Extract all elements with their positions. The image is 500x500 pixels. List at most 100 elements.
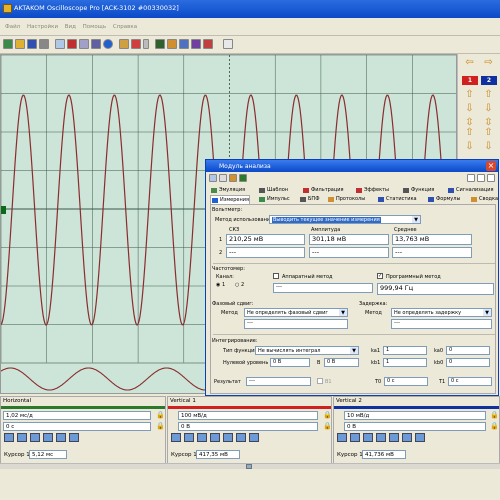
close-icon[interactable]: [487, 174, 495, 182]
down-icon[interactable]: ⇩: [480, 102, 497, 116]
vertical1-cursor-field[interactable]: 417,35 мВ: [196, 450, 240, 459]
phase-method-select[interactable]: Не определять фазовый сдвиг ▼: [244, 308, 348, 317]
tab-effects[interactable]: Эффекты: [355, 186, 389, 195]
scroll-thumb[interactable]: [246, 464, 252, 469]
tool-icon[interactable]: [249, 433, 259, 442]
ka0-field[interactable]: 0: [446, 346, 490, 355]
help-icon[interactable]: [223, 39, 233, 49]
dropdown-icon[interactable]: [143, 39, 149, 49]
lock-icon[interactable]: 🔒: [490, 411, 499, 419]
menu-file[interactable]: Файл: [5, 24, 20, 30]
tool-icon[interactable]: [210, 433, 220, 442]
menu-settings[interactable]: Настройки: [27, 24, 58, 30]
vertical1-scale-field[interactable]: 100 мВ/д: [178, 411, 318, 420]
math-icon[interactable]: [167, 39, 177, 49]
channel2-selector[interactable]: 2: [481, 76, 497, 85]
list-icon[interactable]: [209, 174, 217, 182]
horizontal-scale-field[interactable]: 1,02 мс/д: [3, 411, 151, 420]
kb1-field[interactable]: 1: [383, 358, 427, 367]
tab-protocols[interactable]: Протоколы: [327, 195, 365, 204]
horizontal-offset-field[interactable]: 0 с: [3, 422, 151, 431]
lock-icon[interactable]: 🔒: [156, 411, 165, 419]
tool-icon[interactable]: [17, 433, 27, 442]
tab-fft[interactable]: БПФ: [299, 195, 320, 204]
function-type-select[interactable]: Не вычислять интеграл ▼: [255, 346, 359, 355]
close-icon[interactable]: ×: [486, 161, 496, 171]
print-icon[interactable]: [39, 39, 49, 49]
measure-icon[interactable]: [131, 39, 141, 49]
channel2-radio[interactable]: ○ 2: [235, 282, 244, 288]
tab-formulas[interactable]: Формулы: [427, 195, 460, 204]
vertical2-scale-field[interactable]: 10 мВ/д: [344, 411, 486, 420]
tab-pulse[interactable]: Импульс: [258, 195, 290, 204]
lock-icon[interactable]: 🔒: [323, 411, 332, 419]
vertical1-offset-field[interactable]: 0 В: [178, 422, 318, 431]
tool-icon[interactable]: [337, 433, 347, 442]
tab-filtering[interactable]: Фильтрация: [302, 186, 344, 195]
run-icon[interactable]: [67, 39, 77, 49]
shift-left-icon[interactable]: ⇦: [461, 56, 478, 70]
down-icon[interactable]: ⇩: [461, 102, 478, 116]
tab-emulation[interactable]: Эмуляция: [210, 186, 245, 195]
b1-checkbox[interactable]: [317, 378, 323, 384]
horizontal-scrollbar[interactable]: [0, 463, 500, 469]
menu-reference[interactable]: Справка: [113, 24, 137, 30]
software-method-checkbox[interactable]: ✓: [377, 273, 383, 279]
up-icon[interactable]: ⇧: [480, 88, 497, 102]
folder-icon[interactable]: [15, 39, 25, 49]
tab-measurements[interactable]: Измерения: [210, 195, 251, 204]
shift-right-icon[interactable]: ⇨: [480, 56, 497, 70]
lock-icon[interactable]: 🔒: [156, 422, 165, 430]
tab-statistics[interactable]: Статистика: [377, 195, 417, 204]
record-icon[interactable]: [203, 39, 213, 49]
zero-level-a-field[interactable]: 0 В: [270, 358, 310, 367]
voltmeter-method-select[interactable]: Выводить текущее значение измерения ▼: [269, 215, 421, 224]
vertical2-cursor-field[interactable]: 41,736 мВ: [362, 450, 406, 459]
horizontal-cursor-field[interactable]: 5,12 мс: [29, 450, 67, 459]
tool-icon[interactable]: [56, 433, 66, 442]
grid-icon[interactable]: [219, 174, 227, 182]
cursor-icon[interactable]: [119, 39, 129, 49]
tool-icon[interactable]: [197, 433, 207, 442]
ka1-field[interactable]: 1: [383, 346, 427, 355]
tab-function[interactable]: Функция: [402, 186, 434, 195]
up-icon[interactable]: ⇧: [461, 126, 478, 140]
tab-signaling[interactable]: Сигнализация: [447, 186, 494, 195]
tool-icon[interactable]: [223, 433, 233, 442]
tool-icon[interactable]: [350, 433, 360, 442]
tool-icon[interactable]: [389, 433, 399, 442]
tool-icon[interactable]: [30, 433, 40, 442]
hardware-method-checkbox[interactable]: [273, 273, 279, 279]
zero-level-b-field[interactable]: 0 В: [324, 358, 359, 367]
stop-icon[interactable]: [91, 39, 101, 49]
tool-icon[interactable]: [236, 433, 246, 442]
arrow-icon[interactable]: [179, 39, 189, 49]
tool-icon[interactable]: [376, 433, 386, 442]
channel-icon[interactable]: [155, 39, 165, 49]
channel1-radio[interactable]: ◉ 1: [216, 282, 225, 288]
tool-icon[interactable]: [43, 433, 53, 442]
open-icon[interactable]: [3, 39, 13, 49]
lock-icon[interactable]: 🔒: [490, 422, 499, 430]
arrow-icon[interactable]: [229, 174, 237, 182]
lock-icon[interactable]: 🔒: [323, 422, 332, 430]
tool-icon[interactable]: [4, 433, 14, 442]
menu-help[interactable]: Помощь: [83, 24, 106, 30]
menu-view[interactable]: Вид: [65, 24, 76, 30]
tool-icon[interactable]: [184, 433, 194, 442]
run-icon[interactable]: [239, 174, 247, 182]
tab-template[interactable]: Шаблон: [258, 186, 288, 195]
chevron-down-icon[interactable]: ▼: [483, 309, 491, 316]
tool-icon[interactable]: [415, 433, 425, 442]
channel1-selector[interactable]: 1: [462, 76, 478, 85]
minimize-icon[interactable]: [477, 174, 485, 182]
tool-icon[interactable]: [171, 433, 181, 442]
kb0-field[interactable]: 0: [446, 358, 490, 367]
grid-icon[interactable]: [79, 39, 89, 49]
tool-icon[interactable]: [69, 433, 79, 442]
tool-icon[interactable]: [402, 433, 412, 442]
down-icon[interactable]: ⇩: [480, 140, 497, 154]
tab-summary[interactable]: Сводка: [470, 195, 498, 204]
chart-icon[interactable]: [191, 39, 201, 49]
restore-icon[interactable]: [467, 174, 475, 182]
